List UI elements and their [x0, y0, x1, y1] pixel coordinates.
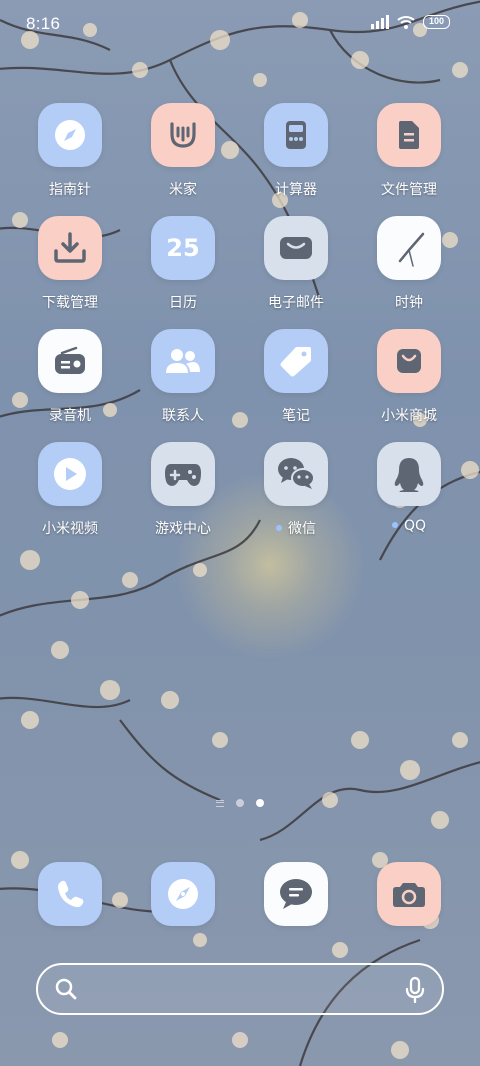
qq-penguin-icon: [394, 458, 424, 492]
page-indicator-dot-1[interactable]: [236, 799, 244, 807]
shopping-bag-icon: [397, 349, 421, 373]
app-icon-tile[interactable]: [38, 329, 102, 393]
app-label: 米家: [169, 182, 197, 198]
app-icon-tile[interactable]: [38, 216, 102, 280]
video-play-icon: [54, 458, 86, 490]
app-email[interactable]: 电子邮件: [241, 216, 351, 316]
app-label: 计算器: [275, 182, 317, 198]
app-label: 文件管理: [381, 182, 437, 198]
cellular-signal-icon: [371, 15, 389, 29]
app-label: 下载管理: [42, 295, 98, 311]
mail-icon: [280, 237, 312, 259]
battery-indicator: 100: [423, 15, 450, 29]
app-label: 小米视频: [42, 521, 98, 537]
dock-camera[interactable]: [377, 862, 441, 926]
app-calendar[interactable]: 25 日历: [128, 216, 238, 316]
app-label: 微信: [241, 518, 351, 538]
app-icon-tile[interactable]: [38, 103, 102, 167]
app-mijia[interactable]: 米家: [128, 103, 238, 203]
file-icon: [399, 121, 419, 149]
app-label: 小米商城: [381, 408, 437, 424]
app-contacts[interactable]: 联系人: [128, 329, 238, 429]
app-icon-tile[interactable]: [377, 442, 441, 506]
app-recorder[interactable]: 录音机: [15, 329, 125, 429]
app-xiaomi-store[interactable]: 小米商城: [354, 329, 464, 429]
new-install-dot: [391, 522, 398, 528]
status-icons: 100: [371, 15, 450, 29]
compass-icon: [55, 120, 85, 150]
dock-browser[interactable]: [151, 862, 215, 926]
app-icon-tile[interactable]: [264, 329, 328, 393]
gamepad-icon: [165, 464, 201, 486]
app-label-text: QQ: [403, 518, 427, 534]
app-label-text: 微信: [288, 521, 316, 537]
download-icon: [54, 232, 86, 263]
app-qq[interactable]: QQ: [354, 442, 464, 542]
app-icon-tile[interactable]: [377, 216, 441, 280]
app-notes[interactable]: 笔记: [241, 329, 351, 429]
camera-icon: [393, 883, 425, 907]
notes-icon: [280, 347, 311, 377]
app-label: 时钟: [395, 295, 423, 311]
app-label: 电子邮件: [268, 295, 324, 311]
browser-icon: [168, 879, 198, 909]
app-label: 日历: [169, 295, 197, 311]
app-icon-tile[interactable]: [264, 216, 328, 280]
app-xiaomi-video[interactable]: 小米视频: [15, 442, 125, 542]
messages-icon: [280, 879, 312, 909]
app-label: QQ: [354, 518, 464, 534]
contacts-icon: [166, 349, 200, 373]
wifi-icon: [397, 16, 415, 29]
page-indicator-minus-one-screen[interactable]: [216, 799, 224, 807]
app-icon-tile[interactable]: [377, 103, 441, 167]
status-time: 8:16: [26, 14, 61, 33]
dock-phone[interactable]: [38, 862, 102, 926]
app-label: 笔记: [282, 408, 310, 424]
app-file-manager[interactable]: 文件管理: [354, 103, 464, 203]
app-icon-tile[interactable]: [151, 442, 215, 506]
app-calculator[interactable]: 计算器: [241, 103, 351, 203]
app-label: 指南针: [49, 182, 91, 198]
phone-icon: [58, 880, 84, 908]
app-label: 录音机: [49, 408, 91, 424]
new-install-dot: [276, 525, 282, 531]
page-indicator-dot-2-active[interactable]: [256, 799, 264, 807]
app-icon-tile[interactable]: [38, 442, 102, 506]
recorder-icon: [55, 346, 85, 374]
app-label: 联系人: [162, 408, 204, 424]
crescent-moon: [254, 552, 293, 587]
search-icon[interactable]: [54, 977, 78, 1001]
app-game-center[interactable]: 游戏中心: [128, 442, 238, 542]
app-icon-tile[interactable]: [151, 103, 215, 167]
search-bar[interactable]: [36, 963, 444, 1015]
status-bar: 8:16 100: [0, 0, 480, 50]
app-clock[interactable]: 时钟: [354, 216, 464, 316]
app-icon-tile[interactable]: 25: [151, 216, 215, 280]
app-compass[interactable]: 指南针: [15, 103, 125, 203]
app-icon-tile[interactable]: [151, 329, 215, 393]
app-download-manager[interactable]: 下载管理: [15, 216, 125, 316]
calculator-icon: [286, 121, 306, 149]
page-indicator[interactable]: [0, 796, 480, 810]
app-icon-tile[interactable]: [377, 329, 441, 393]
app-label: 游戏中心: [155, 521, 211, 537]
app-icon-tile[interactable]: [264, 442, 328, 506]
search-input[interactable]: [92, 977, 382, 1001]
microphone-icon[interactable]: [404, 976, 426, 1004]
mijia-icon: [170, 122, 196, 148]
calendar-icon: 25: [166, 234, 200, 262]
app-wechat[interactable]: 微信: [241, 442, 351, 542]
wechat-icon: [278, 458, 315, 489]
clock-icon: [398, 232, 425, 267]
dock: [0, 862, 480, 932]
dock-messages[interactable]: [264, 862, 328, 926]
app-icon-tile[interactable]: [264, 103, 328, 167]
